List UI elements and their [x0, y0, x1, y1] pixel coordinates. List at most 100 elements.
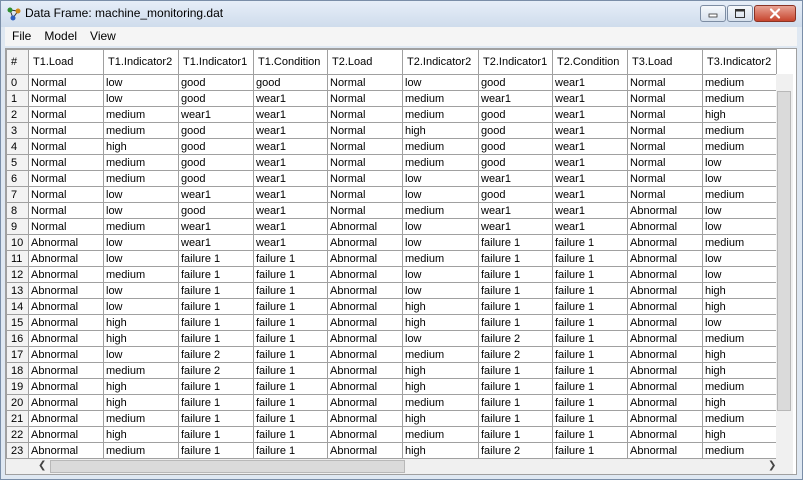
minimize-button[interactable]: [700, 5, 726, 22]
table-cell[interactable]: low: [103, 74, 179, 91]
table-cell[interactable]: Normal: [627, 90, 703, 107]
table-cell[interactable]: Abnormal: [627, 346, 703, 363]
table-cell[interactable]: medium: [402, 138, 479, 155]
table-cell[interactable]: Normal: [627, 122, 703, 139]
table-row[interactable]: 17 Abnormal low failure 2 failure 1 Abnormal m…: [6, 346, 777, 363]
table-cell[interactable]: wear1: [552, 90, 628, 107]
table-cell[interactable]: low: [402, 282, 479, 299]
table-cell[interactable]: failure 1: [253, 442, 328, 459]
table-cell[interactable]: good: [178, 154, 254, 171]
table-cell[interactable]: good: [478, 186, 553, 203]
table-cell[interactable]: Normal: [28, 154, 104, 171]
table-cell[interactable]: failure 1: [478, 250, 553, 267]
table-cell[interactable]: wear1: [552, 106, 628, 123]
table-cell[interactable]: wear1: [253, 186, 328, 203]
table-cell[interactable]: low: [702, 314, 777, 331]
table-cell[interactable]: medium: [402, 202, 479, 219]
chevron-left-icon[interactable]: ❮: [38, 460, 46, 472]
table-cell[interactable]: Abnormal: [28, 250, 104, 267]
table-cell[interactable]: failure 2: [178, 362, 254, 379]
table-cell[interactable]: low: [702, 266, 777, 283]
table-cell[interactable]: good: [178, 202, 254, 219]
table-cell[interactable]: medium: [103, 106, 179, 123]
table-cell[interactable]: failure 2: [178, 346, 254, 363]
table-cell[interactable]: low: [103, 250, 179, 267]
table-row[interactable]: 2 Normal medium wear1 wear1 Normal medium good w…: [6, 106, 777, 123]
table-cell[interactable]: medium: [103, 122, 179, 139]
table-cell[interactable]: failure 1: [253, 394, 328, 411]
horizontal-scrollbar[interactable]: ❮ ❯: [6, 459, 776, 474]
table-cell[interactable]: high: [702, 106, 777, 123]
horizontal-scroll-thumb[interactable]: [50, 460, 405, 473]
table-cell[interactable]: wear1: [478, 90, 553, 107]
table-cell[interactable]: low: [103, 234, 179, 251]
table-cell[interactable]: Abnormal: [627, 250, 703, 267]
table-cell[interactable]: failure 1: [478, 266, 553, 283]
table-cell[interactable]: high: [402, 298, 479, 315]
table-cell[interactable]: failure 1: [178, 410, 254, 427]
table-cell[interactable]: failure 1: [253, 362, 328, 379]
table-cell[interactable]: high: [103, 138, 179, 155]
table-cell[interactable]: Normal: [627, 170, 703, 187]
table-cell[interactable]: Abnormal: [327, 394, 403, 411]
table-cell[interactable]: failure 1: [478, 298, 553, 315]
table-cell[interactable]: high: [103, 330, 179, 347]
table-cell[interactable]: Abnormal: [28, 234, 104, 251]
table-cell[interactable]: wear1: [552, 202, 628, 219]
menu-file[interactable]: File: [5, 27, 37, 46]
table-row[interactable]: 22 Abnormal high failure 1 failure 1 Abnormal…: [6, 426, 777, 443]
table-cell[interactable]: wear1: [253, 138, 328, 155]
table-row[interactable]: 3 Normal medium good wear1 Normal high good wear…: [6, 122, 777, 139]
table-row[interactable]: 9 Normal medium wear1 wear1 Abnormal low wear1 w…: [6, 218, 777, 235]
table-cell[interactable]: wear1: [552, 170, 628, 187]
table-cell[interactable]: Abnormal: [627, 378, 703, 395]
table-cell[interactable]: good: [478, 138, 553, 155]
table-cell[interactable]: low: [103, 282, 179, 299]
table-cell[interactable]: low: [103, 346, 179, 363]
table-cell[interactable]: high: [103, 426, 179, 443]
table-cell[interactable]: good: [253, 74, 328, 91]
table-cell[interactable]: low: [702, 202, 777, 219]
table-cell[interactable]: Normal: [327, 74, 403, 91]
table-cell[interactable]: low: [103, 186, 179, 203]
table-cell[interactable]: Abnormal: [28, 378, 104, 395]
table-row[interactable]: 23 Abnormal medium failure 1 failure 1 Abnorm…: [6, 442, 777, 459]
table-cell[interactable]: medium: [702, 74, 777, 91]
table-cell[interactable]: wear1: [178, 186, 254, 203]
table-cell[interactable]: low: [402, 234, 479, 251]
table-cell[interactable]: Normal: [327, 90, 403, 107]
table-cell[interactable]: good: [178, 138, 254, 155]
table-cell[interactable]: failure 1: [552, 266, 628, 283]
table-cell[interactable]: Abnormal: [327, 426, 403, 443]
table-cell[interactable]: wear1: [253, 218, 328, 235]
table-cell[interactable]: Abnormal: [627, 394, 703, 411]
table-cell[interactable]: medium: [702, 186, 777, 203]
table-cell[interactable]: failure 2: [478, 330, 553, 347]
maximize-button[interactable]: [727, 5, 753, 22]
table-cell[interactable]: high: [702, 298, 777, 315]
table-cell[interactable]: low: [402, 330, 479, 347]
table-cell[interactable]: medium: [402, 250, 479, 267]
table-cell[interactable]: Abnormal: [28, 298, 104, 315]
table-row[interactable]: 8 Normal low good wear1 Normal medium wear1 wear…: [6, 202, 777, 219]
table-cell[interactable]: good: [478, 74, 553, 91]
table-cell[interactable]: wear1: [478, 202, 553, 219]
table-row[interactable]: 0 Normal low good good Normal low good wear1 Norm…: [6, 74, 777, 91]
table-cell[interactable]: medium: [702, 378, 777, 395]
table-cell[interactable]: failure 1: [253, 298, 328, 315]
column-header[interactable]: T2.Condition: [552, 49, 628, 75]
table-cell[interactable]: failure 1: [253, 282, 328, 299]
table-cell[interactable]: medium: [402, 394, 479, 411]
table-cell[interactable]: wear1: [552, 154, 628, 171]
table-cell[interactable]: high: [402, 442, 479, 459]
table-cell[interactable]: Normal: [28, 202, 104, 219]
table-cell[interactable]: medium: [103, 362, 179, 379]
table-cell[interactable]: Normal: [28, 186, 104, 203]
table-cell[interactable]: low: [702, 250, 777, 267]
table-cell[interactable]: failure 2: [478, 346, 553, 363]
table-cell[interactable]: failure 1: [552, 410, 628, 427]
table-cell[interactable]: Abnormal: [28, 442, 104, 459]
table-cell[interactable]: low: [702, 218, 777, 235]
column-header[interactable]: T3.Load: [627, 49, 703, 75]
table-cell[interactable]: failure 1: [178, 394, 254, 411]
